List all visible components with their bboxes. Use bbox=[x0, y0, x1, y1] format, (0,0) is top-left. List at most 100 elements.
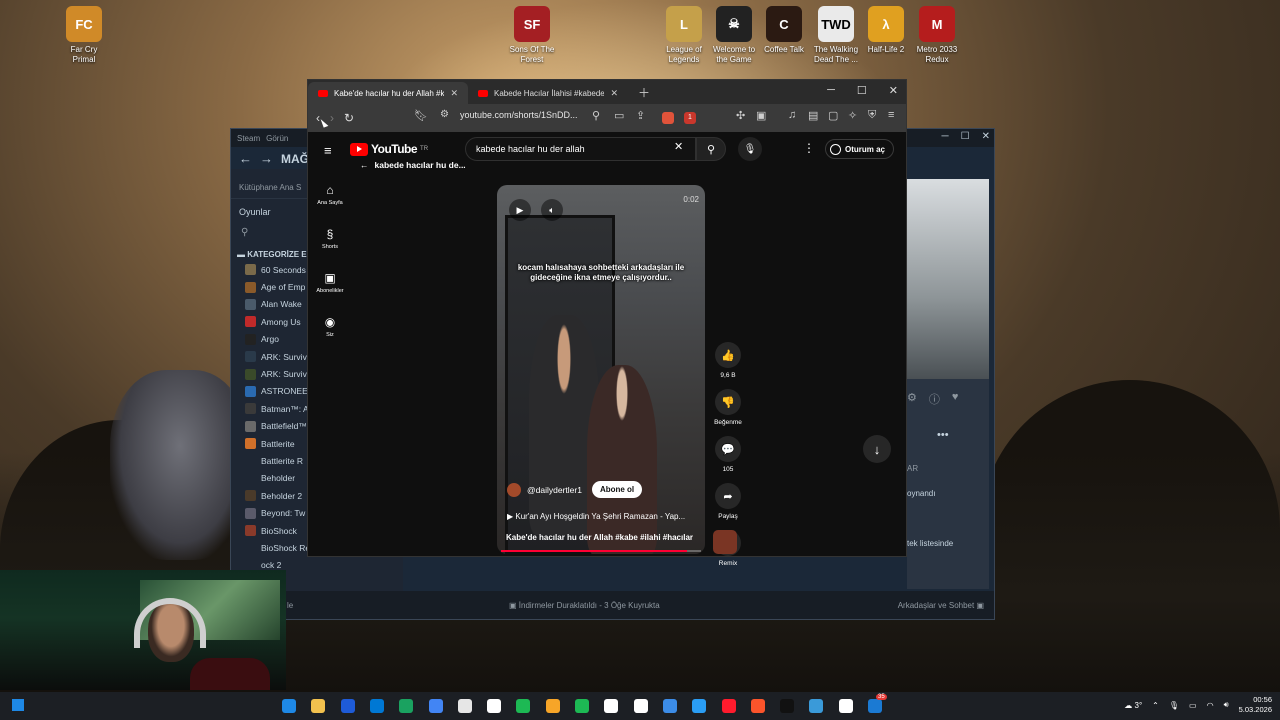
desktop-icon[interactable]: L League of Legends bbox=[656, 6, 712, 65]
wallet-icon[interactable]: ▢ bbox=[828, 109, 838, 122]
taskbar-app-icon[interactable] bbox=[604, 699, 619, 713]
brave-shield-icon[interactable] bbox=[662, 112, 674, 124]
steam-minimize-icon[interactable]: ─ bbox=[942, 131, 949, 142]
taskbar-app-icon[interactable] bbox=[545, 699, 560, 713]
hamburger-menu-icon[interactable]: ≡ bbox=[324, 143, 332, 158]
site-info-icon[interactable]: ⚙ bbox=[440, 109, 449, 120]
sidebar-item-shorts[interactable]: § Shorts bbox=[308, 216, 352, 260]
speaker-icon[interactable]: 🔊︎ bbox=[1224, 700, 1229, 710]
steam-header-title[interactable]: MAĞ bbox=[281, 152, 309, 166]
taskbar-app-icon[interactable] bbox=[428, 699, 443, 713]
address-bar[interactable]: youtube.com/shorts/1SnDD... bbox=[460, 110, 578, 120]
screenshot-icon[interactable]: ▣ bbox=[756, 109, 766, 122]
wifi-icon[interactable]: ◠ bbox=[1207, 701, 1214, 710]
desktop-icon[interactable]: C Coffee Talk bbox=[756, 6, 812, 55]
clear-search-icon[interactable]: ✕ bbox=[674, 140, 683, 153]
tab-close-icon[interactable]: ✕ bbox=[450, 88, 458, 99]
desktop-icon[interactable]: ☠ Welcome to the Game bbox=[706, 6, 762, 65]
browser-tab[interactable]: Kabede Hacılar İlahisi #kabedehacıla ✕ bbox=[468, 82, 628, 104]
steam-more-icon[interactable]: ••• bbox=[937, 429, 949, 441]
sidebar-item-siz[interactable]: ◉ Siz bbox=[308, 304, 352, 348]
bookmark-icon[interactable]: 🔖︎ bbox=[414, 109, 428, 122]
clock[interactable]: 00:56 5.03.2026 bbox=[1239, 695, 1272, 715]
taskbar-app-icon[interactable] bbox=[868, 699, 882, 713]
video-title[interactable]: Kabe'de hacılar hu der Allah #kabe #ilah… bbox=[506, 533, 693, 542]
steam-menu-steam[interactable]: Steam bbox=[237, 134, 260, 143]
taskbar-app-icon[interactable] bbox=[838, 699, 853, 713]
taskbar-app-icon[interactable] bbox=[692, 699, 707, 713]
steam-info-icon[interactable]: ⓘ bbox=[929, 391, 940, 407]
taskbar-app-icon[interactable] bbox=[487, 699, 502, 713]
action-like[interactable]: 👍 9,6 B bbox=[710, 342, 746, 389]
ai-icon[interactable]: ✧ bbox=[848, 109, 857, 122]
sidebar-item-ana-sayfa[interactable]: ⌂ Ana Sayfa bbox=[308, 172, 352, 216]
steam-friends-chat[interactable]: Arkadaşlar ve Sohbet ▣ bbox=[898, 601, 984, 610]
taskbar-app-icon[interactable] bbox=[457, 699, 472, 713]
next-video-button[interactable]: ↓ bbox=[863, 435, 891, 463]
shorts-video-player[interactable]: kocam halısahaya sohbetteki arkadaşları … bbox=[497, 185, 705, 554]
maximize-icon[interactable]: ☐ bbox=[857, 84, 867, 97]
zoom-icon[interactable]: ⚲ bbox=[592, 109, 600, 122]
search-button[interactable]: ⚲ bbox=[696, 137, 726, 161]
taskbar-app-icon[interactable] bbox=[282, 699, 296, 713]
share-page-icon[interactable]: ⇪ bbox=[636, 109, 645, 122]
desktop-icon[interactable]: FC Far Cry Primal bbox=[56, 6, 112, 65]
subscribe-button[interactable]: Abone ol bbox=[591, 481, 643, 498]
menu-icon[interactable]: ≡ bbox=[888, 109, 894, 121]
channel-name[interactable]: @dailydertler1 bbox=[527, 485, 582, 495]
taskbar-app-icon[interactable] bbox=[369, 699, 384, 713]
new-tab-icon[interactable]: ＋ bbox=[628, 84, 660, 101]
voice-search-button[interactable]: 🎙︎ bbox=[738, 137, 762, 161]
taskbar-app-icon[interactable] bbox=[311, 699, 326, 713]
extensions-icon[interactable]: ✣ bbox=[736, 109, 745, 122]
taskbar-app-icon[interactable] bbox=[399, 699, 414, 713]
video-progress-bar[interactable] bbox=[501, 550, 701, 552]
browser-tab-active[interactable]: Kabe'de hacılar hu der Allah #ka ✕ bbox=[308, 82, 468, 104]
youtube-logo[interactable]: YouTube TR bbox=[350, 142, 428, 156]
steam-menu-view[interactable]: Görün bbox=[266, 134, 288, 143]
search-input[interactable]: kabede hacılar hu der allah bbox=[465, 137, 696, 161]
sidebar-item-abonelikler[interactable]: ▣ Abonelikler bbox=[308, 260, 352, 304]
action-share[interactable]: ➦ Paylaş bbox=[710, 483, 746, 530]
taskbar-app-icon[interactable] bbox=[809, 699, 824, 713]
weather-widget[interactable]: ☁ 3° bbox=[1124, 701, 1142, 710]
taskbar-app-icon[interactable] bbox=[340, 699, 355, 713]
tray-chevron-icon[interactable]: ⌃ bbox=[1152, 701, 1159, 710]
action-dislike[interactable]: 👎 Beğenme bbox=[710, 389, 746, 436]
taskbar-app-icon[interactable] bbox=[750, 699, 765, 713]
steam-close-icon[interactable]: ✕ bbox=[982, 131, 990, 142]
sign-in-button[interactable]: Oturum aç bbox=[825, 139, 895, 159]
tab-close-icon[interactable]: ✕ bbox=[610, 88, 618, 99]
taskbar-app-icon[interactable] bbox=[575, 699, 589, 713]
steam-back-icon[interactable]: ← bbox=[239, 151, 252, 166]
cast-icon[interactable]: ▭ bbox=[614, 109, 624, 122]
music-link[interactable]: ▶ Kur'an Ayı Hoşgeldin Ya Şehri Ramazan … bbox=[507, 512, 685, 521]
sidebar-icon[interactable]: ▤ bbox=[808, 109, 818, 122]
brave-rewards-icon[interactable]: 1 bbox=[684, 112, 696, 124]
forward-icon[interactable]: › bbox=[330, 111, 334, 125]
sound-thumbnail[interactable] bbox=[713, 530, 737, 554]
steam-settings-icon[interactable]: ⚙ bbox=[907, 391, 917, 407]
desktop-icon[interactable]: TWD The Walking Dead The ... bbox=[808, 6, 864, 65]
taskbar-app-icon[interactable] bbox=[662, 699, 677, 713]
steam-downloads-status[interactable]: ▣ İndirmeler Duraklatıldı - 3 Öğe Kuyruk… bbox=[509, 601, 660, 610]
desktop-icon[interactable]: M Metro 2033 Redux bbox=[909, 6, 965, 65]
mute-button[interactable]: 🔈︎ bbox=[541, 199, 563, 221]
start-icon[interactable] bbox=[12, 699, 24, 711]
action-comment[interactable]: 💬 105 bbox=[710, 436, 746, 483]
microphone-tray-icon[interactable]: 🎙︎ bbox=[1169, 701, 1179, 710]
taskbar-app-icon[interactable] bbox=[780, 699, 795, 713]
desktop-icon[interactable]: SF Sons Of The Forest bbox=[504, 6, 560, 65]
steam-bottom-left[interactable]: le bbox=[287, 601, 293, 610]
taskbar-app-icon[interactable] bbox=[516, 699, 531, 713]
taskbar-app-icon[interactable] bbox=[721, 699, 736, 713]
network-icon[interactable]: ▭ bbox=[1189, 701, 1197, 710]
close-icon[interactable]: ✕ bbox=[889, 84, 898, 97]
minimize-icon[interactable]: ─ bbox=[827, 84, 835, 97]
taskbar-app-icon[interactable] bbox=[633, 699, 648, 713]
channel-avatar[interactable] bbox=[507, 482, 521, 497]
more-options-icon[interactable]: ⋮ bbox=[803, 141, 815, 155]
browser-window[interactable]: Kabe'de hacılar hu der Allah #ka ✕ Kabed… bbox=[307, 79, 907, 567]
play-button[interactable]: ▶ bbox=[509, 199, 531, 221]
reload-icon[interactable]: ↻ bbox=[344, 111, 354, 125]
